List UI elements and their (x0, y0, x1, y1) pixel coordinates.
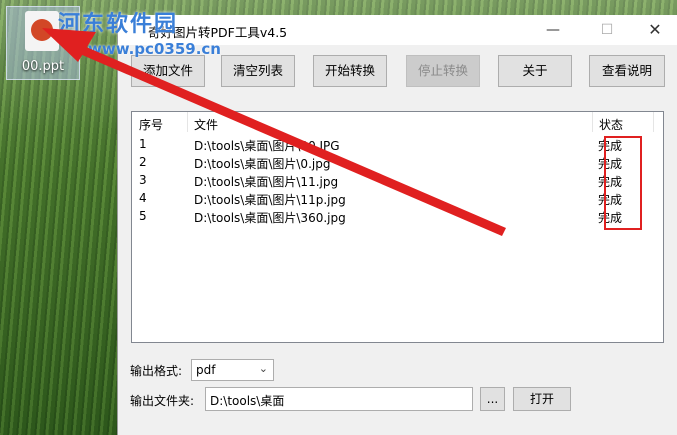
file-list[interactable]: 序号 文件 状态 1 D:\tools\桌面\图片\00.JPG 完成 2 D:… (131, 111, 664, 343)
row-file: D:\tools\桌面\图片\0.jpg (194, 157, 331, 171)
watermark-url: www.pc0359.cn (88, 40, 221, 58)
browse-button[interactable]: ... (480, 387, 505, 411)
row-index: 5 (139, 209, 147, 223)
column-file-header[interactable]: 文件 (194, 116, 218, 133)
stop-convert-button[interactable]: 停止转换 (406, 55, 480, 87)
output-folder-label: 输出文件夹: (130, 394, 195, 408)
row-file: D:\tools\桌面\图片\11.jpg (194, 175, 339, 189)
row-index: 1 (139, 137, 147, 151)
row-file: D:\tools\桌面\图片\11p.jpg (194, 193, 346, 207)
open-folder-button[interactable]: 打开 (513, 387, 571, 411)
row-file: D:\tools\桌面\图片\00.JPG (194, 139, 340, 153)
output-format-select[interactable]: pdf ⌄ (191, 359, 274, 381)
chevron-down-icon: ⌄ (258, 362, 268, 375)
row-index: 4 (139, 191, 147, 205)
output-format-label: 输出格式: (130, 364, 183, 378)
list-item[interactable]: 1 D:\tools\桌面\图片\00.JPG 完成 (132, 136, 663, 154)
output-folder-input[interactable]: D:\tools\桌面 (205, 387, 473, 411)
minimize-button[interactable]: — (530, 15, 576, 45)
row-index: 3 (139, 173, 147, 187)
output-folder-value: D:\tools\桌面 (210, 394, 285, 408)
column-status-header[interactable]: 状态 (599, 116, 623, 133)
list-item[interactable]: 5 D:\tools\桌面\图片\360.jpg 完成 (132, 208, 663, 226)
column-divider[interactable] (592, 112, 593, 132)
start-convert-button[interactable]: 开始转换 (313, 55, 387, 87)
row-index: 2 (139, 155, 147, 169)
output-format-value: pdf (196, 363, 216, 377)
watermark-logo-text: 河东软件园 (58, 11, 179, 37)
list-header: 序号 文件 状态 (132, 112, 663, 134)
close-button[interactable]: ✕ (632, 15, 677, 45)
list-item[interactable]: 4 D:\tools\桌面\图片\11p.jpg 完成 (132, 190, 663, 208)
desktop-file-label: 00.ppt (21, 59, 65, 74)
add-file-button[interactable]: 添加文件 (131, 55, 205, 87)
list-item[interactable]: 2 D:\tools\桌面\图片\0.jpg 完成 (132, 154, 663, 172)
row-file: D:\tools\桌面\图片\360.jpg (194, 211, 346, 225)
column-divider[interactable] (653, 112, 654, 132)
about-button[interactable]: 关于 (498, 55, 572, 87)
column-divider[interactable] (187, 112, 188, 132)
column-index-header[interactable]: 序号 (139, 116, 163, 133)
help-button[interactable]: 查看说明 (589, 55, 665, 87)
powerpoint-icon (25, 11, 59, 51)
maximize-button[interactable]: ☐ (584, 15, 630, 45)
clear-list-button[interactable]: 清空列表 (221, 55, 295, 87)
status-highlight-box (604, 136, 642, 230)
app-window: 奇好图片转PDF工具v4.5 — ☐ ✕ 添加文件 清空列表 开始转换 停止转换… (117, 15, 677, 435)
list-item[interactable]: 3 D:\tools\桌面\图片\11.jpg 完成 (132, 172, 663, 190)
